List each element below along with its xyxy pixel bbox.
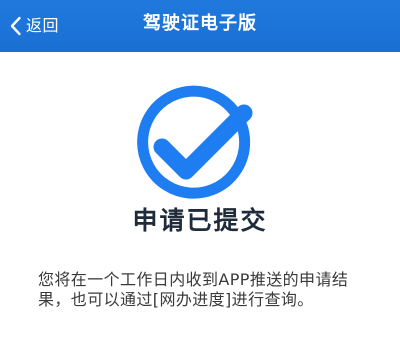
check-circle-icon bbox=[137, 85, 253, 199]
status-message: 您将在一个工作日内收到APP推送的申请结果，也可以通过[网办进度]进行查询。 bbox=[38, 270, 349, 309]
nav-bar: 返回 驾驶证电子版 bbox=[0, 0, 400, 52]
app-screen: 返回 驾驶证电子版 申请已提交 您将在一个工作日内收到APP推送的申请结果，也可… bbox=[0, 0, 400, 339]
page-title: 驾驶证电子版 bbox=[143, 13, 257, 34]
status-title: 申请已提交 bbox=[132, 206, 268, 235]
